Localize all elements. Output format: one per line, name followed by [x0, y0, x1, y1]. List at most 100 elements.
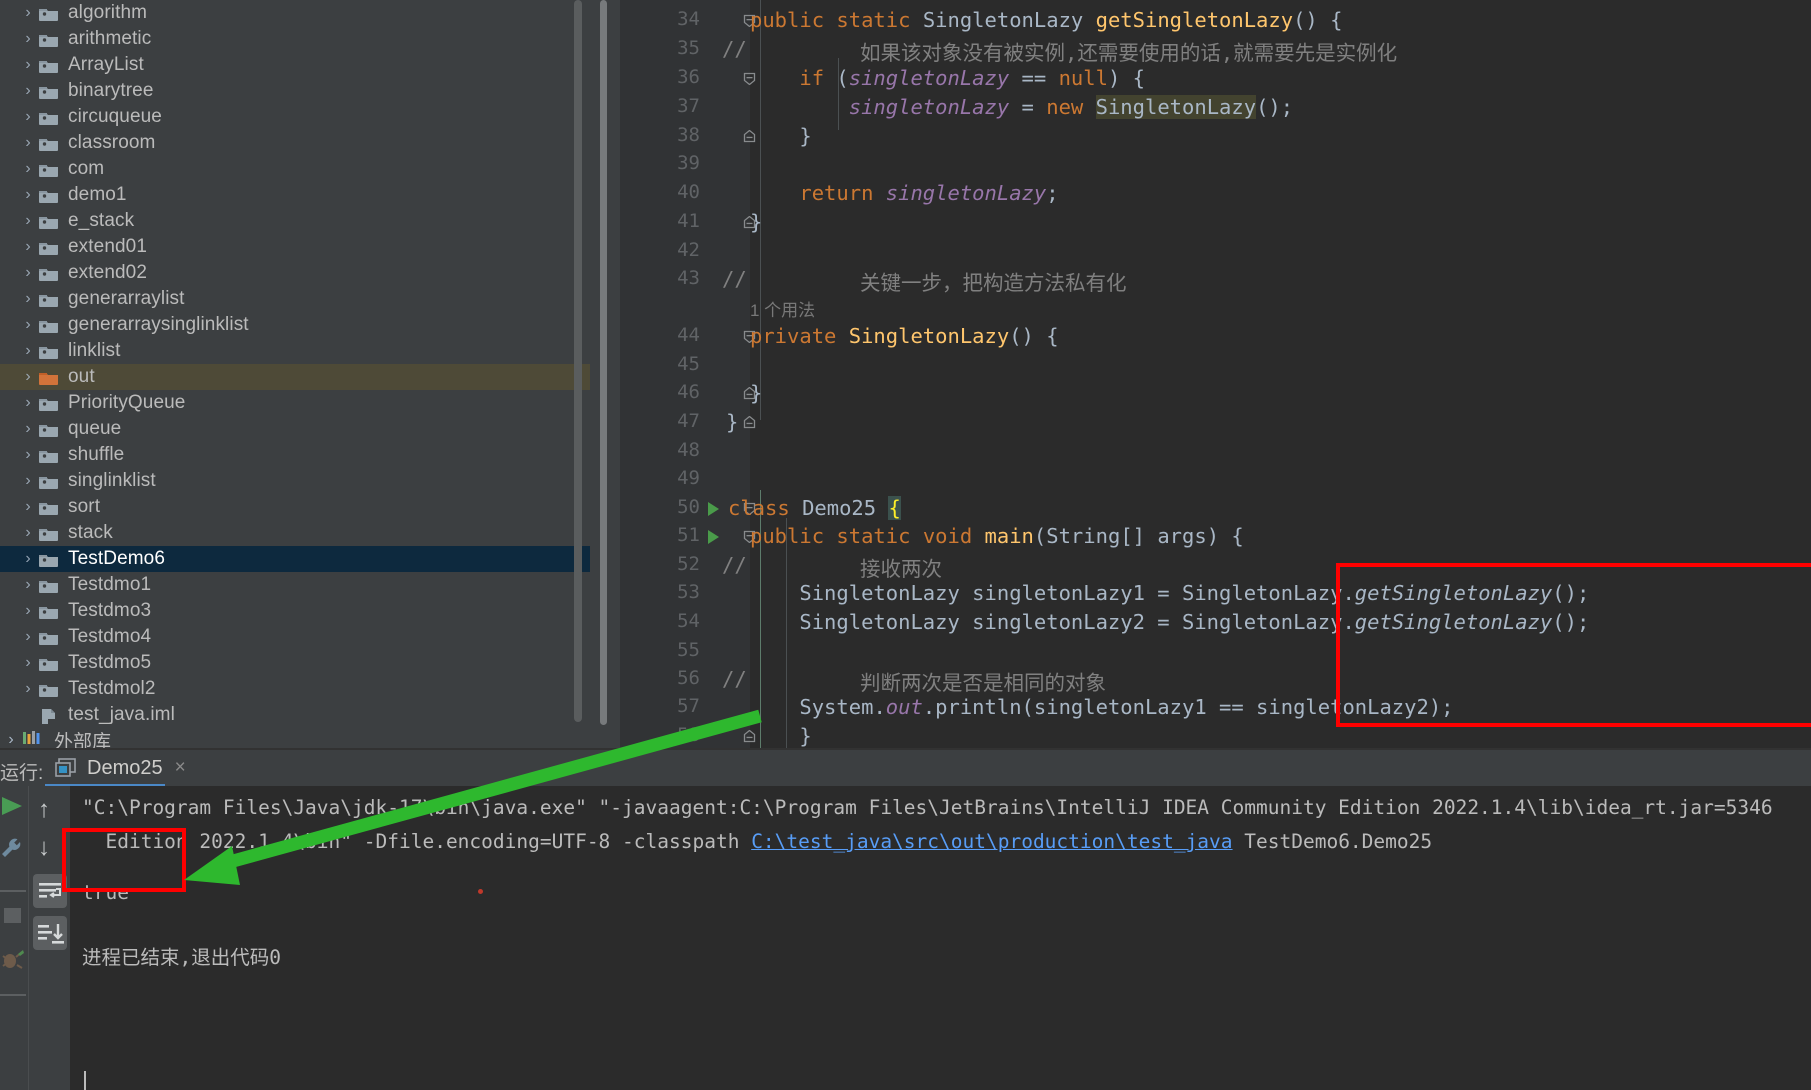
- tree-item-binarytree[interactable]: › binarytree: [0, 78, 590, 104]
- chevron-right-icon[interactable]: ›: [18, 343, 38, 359]
- line-number: 35: [677, 37, 700, 59]
- code-text-area[interactable]: public static SingletonLazy getSingleton…: [722, 0, 1811, 748]
- chevron-right-icon[interactable]: ›: [18, 473, 38, 489]
- console-classpath-link[interactable]: C:\test_java\src\out\production\test_jav…: [751, 830, 1232, 853]
- tree-item-label: shuffle: [68, 444, 125, 465]
- tree-item-circuqueue[interactable]: › circuqueue: [0, 104, 590, 130]
- chevron-right-icon[interactable]: ›: [18, 187, 38, 203]
- console-error-dot: [478, 889, 483, 894]
- editor-scrollbar-thumb[interactable]: [600, 0, 607, 725]
- tree-item-com[interactable]: › com: [0, 156, 590, 182]
- arrow-down-icon[interactable]: ↓: [38, 834, 50, 862]
- chevron-right-icon[interactable]: ›: [18, 499, 38, 515]
- tree-item-generarraylist[interactable]: › generarraylist: [0, 286, 590, 312]
- tree-item-testdmo5[interactable]: › Testdmo5: [0, 650, 590, 676]
- chevron-right-icon[interactable]: ›: [18, 83, 38, 99]
- chevron-right-icon[interactable]: ›: [18, 161, 38, 177]
- scrollbar-thumb[interactable]: [574, 0, 582, 722]
- arrow-up-icon[interactable]: ↑: [38, 796, 50, 824]
- run-toolbar-primary[interactable]: [0, 786, 28, 1090]
- project-tree-panel[interactable]: › algorithm › arithmetic › ArrayList › binarytr…: [0, 0, 590, 855]
- line-number: 44: [677, 324, 700, 346]
- run-tool-window[interactable]: 运行: Demo25 × ↑ ↓ "C:\Program Files\Java\…: [0, 748, 1811, 1090]
- tree-item-sort[interactable]: › sort: [0, 494, 590, 520]
- tree-item-testdmo1[interactable]: › Testdmo1: [0, 572, 590, 598]
- tree-item-label: test_java.iml: [68, 704, 175, 725]
- run-gutter-icon[interactable]: [708, 530, 719, 544]
- tree-item-label: linklist: [68, 340, 121, 361]
- tree-item-label: TestDemo6: [68, 548, 165, 569]
- tree-item-label: e_stack: [68, 210, 135, 231]
- chevron-right-icon[interactable]: ›: [18, 135, 38, 151]
- code-editor[interactable]: 34 35 36 37 38 39 40 41 42 43 44 45 46 47 48 49 50 51 52 53…: [590, 0, 1811, 748]
- chevron-right-icon[interactable]: ›: [18, 551, 38, 567]
- tree-item-arraylist[interactable]: › ArrayList: [0, 52, 590, 78]
- tree-item-testdemo6[interactable]: › TestDemo6: [0, 546, 590, 572]
- chevron-right-icon[interactable]: ›: [18, 213, 38, 229]
- tree-item-algorithm[interactable]: › algorithm: [0, 0, 590, 26]
- chevron-right-icon[interactable]: ›: [18, 525, 38, 541]
- chevron-right-icon[interactable]: ›: [18, 629, 38, 645]
- chevron-right-icon[interactable]: ›: [18, 291, 38, 307]
- run-tab-demo25[interactable]: Demo25 ×: [45, 750, 196, 786]
- folder-icon: [38, 188, 60, 203]
- chevron-right-icon[interactable]: ›: [18, 369, 38, 385]
- chevron-right-icon[interactable]: ›: [18, 317, 38, 333]
- chevron-right-icon[interactable]: ›: [18, 109, 38, 125]
- folder-icon: [38, 214, 60, 229]
- tree-item-e-stack[interactable]: › e_stack: [0, 208, 590, 234]
- scroll-to-end-icon[interactable]: [33, 916, 67, 950]
- folder-icon: [38, 318, 60, 333]
- chevron-right-icon[interactable]: ›: [18, 5, 38, 21]
- chevron-right-icon[interactable]: ›: [18, 603, 38, 619]
- debug-icon[interactable]: [0, 948, 26, 977]
- stop-icon[interactable]: [1, 904, 25, 933]
- tree-item-generarraysinglinklist[interactable]: › generarraysinglinklist: [0, 312, 590, 338]
- close-icon[interactable]: ×: [175, 757, 186, 779]
- chevron-right-icon[interactable]: ›: [18, 655, 38, 671]
- chevron-right-icon[interactable]: ›: [18, 265, 38, 281]
- chevron-right-icon[interactable]: ›: [18, 31, 38, 47]
- code-comment-cn-43: 关键一步，把构造方法私有化: [860, 271, 1127, 295]
- console-output[interactable]: "C:\Program Files\Java\jdk-17\bin\java.e…: [70, 786, 1811, 1090]
- tree-item-shuffle[interactable]: › shuffle: [0, 442, 590, 468]
- chevron-right-icon[interactable]: ›: [18, 57, 38, 73]
- tree-item-testdmol2[interactable]: › Testdmol2: [0, 676, 590, 702]
- tree-item-queue[interactable]: › queue: [0, 416, 590, 442]
- play-icon[interactable]: [0, 794, 26, 823]
- chevron-right-icon[interactable]: ›: [18, 681, 38, 697]
- run-gutter-icon[interactable]: [708, 502, 719, 516]
- editor-gutter[interactable]: 34 35 36 37 38 39 40 41 42 43 44 45 46 47 48 49 50 51 52 53…: [620, 0, 756, 748]
- tree-item-label: com: [68, 158, 105, 179]
- chevron-right-icon[interactable]: ›: [18, 447, 38, 463]
- console-line-classpath: Edition 2022.1.4\bin" -Dfile.encoding=UT…: [82, 830, 1432, 853]
- run-toolbar-secondary[interactable]: ↑ ↓: [28, 786, 70, 1090]
- code-comment-slashes-56: //: [722, 667, 747, 691]
- tree-item-demo1[interactable]: › demo1: [0, 182, 590, 208]
- tree-item-stack[interactable]: › stack: [0, 520, 590, 546]
- chevron-right-icon[interactable]: ›: [18, 421, 38, 437]
- tree-item-singlinklist[interactable]: › singlinklist: [0, 468, 590, 494]
- console-program-output: true: [82, 881, 129, 904]
- project-tree-scrollbar[interactable]: [574, 0, 582, 722]
- tree-item-classroom[interactable]: › classroom: [0, 130, 590, 156]
- tree-item-testdmo3[interactable]: › Testdmo3: [0, 598, 590, 624]
- tree-item-extend02[interactable]: › extend02: [0, 260, 590, 286]
- tree-item-arithmetic[interactable]: › arithmetic: [0, 26, 590, 52]
- tree-item-extend01[interactable]: › extend01: [0, 234, 590, 260]
- tree-item-label: Testdmo1: [68, 574, 152, 595]
- tree-item-priorityqueue[interactable]: › PriorityQueue: [0, 390, 590, 416]
- tree-item-testdmo4[interactable]: › Testdmo4: [0, 624, 590, 650]
- folder-icon: [38, 526, 60, 541]
- soft-wrap-icon[interactable]: [33, 874, 67, 908]
- tree-item-out[interactable]: › out: [0, 364, 590, 390]
- chevron-right-icon[interactable]: ›: [18, 395, 38, 411]
- chevron-right-icon[interactable]: ›: [18, 577, 38, 593]
- chevron-right-icon[interactable]: ›: [0, 731, 22, 749]
- chevron-right-icon[interactable]: ›: [18, 239, 38, 255]
- code-comment-cn-56: 判断两次是否是相同的对象: [860, 671, 1106, 695]
- tree-item-linklist[interactable]: › linklist: [0, 338, 590, 364]
- toolbar-divider-2: [0, 994, 26, 996]
- usage-hint-label[interactable]: 1 个用法: [750, 301, 815, 320]
- wrench-icon[interactable]: [0, 836, 26, 865]
